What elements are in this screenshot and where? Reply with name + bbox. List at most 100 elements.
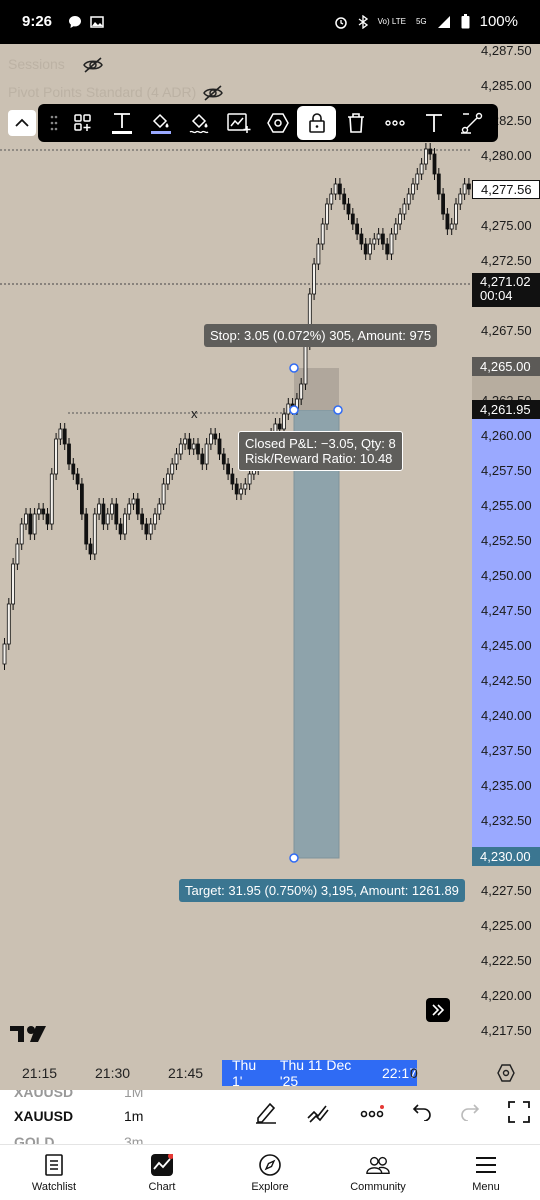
candle-body: [37, 508, 41, 515]
nav-label: Menu: [472, 1180, 500, 1193]
signal-icon: [437, 15, 450, 28]
drawings-icon[interactable]: [306, 1100, 332, 1124]
community-icon: [366, 1156, 390, 1174]
price-tick: 4,217.50: [481, 1023, 532, 1038]
candle-body: [329, 193, 334, 205]
timeframe-prev[interactable]: 1M: [124, 1090, 143, 1100]
stop-price-badge: 4,265.00: [472, 357, 540, 376]
price-tick: 4,275.00: [481, 218, 532, 233]
candles-canvas: x: [0, 143, 472, 863]
lock-button[interactable]: [297, 106, 337, 140]
candle-body: [170, 463, 175, 475]
notification-icons: [68, 15, 104, 29]
nav-menu[interactable]: Menu: [432, 1145, 540, 1200]
closed-pnl: Closed P&L: −3.05, Qty: 8: [245, 436, 396, 451]
collapse-toolbar-button[interactable]: [8, 110, 36, 136]
nav-explore[interactable]: Explore: [216, 1145, 324, 1200]
nav-community[interactable]: Community: [324, 1145, 432, 1200]
add-shapes-button[interactable]: [63, 106, 102, 140]
drag-handle[interactable]: [44, 106, 63, 140]
selected-time-range: Thu 1' Thu 11 Dec '25 22:17: [222, 1057, 417, 1089]
fill-color-alt-button[interactable]: [180, 106, 219, 140]
time-axis[interactable]: 21:15 21:30 21:45 Thu 1' Thu 11 Dec '25 …: [0, 1056, 540, 1090]
undo-icon[interactable]: [412, 1103, 432, 1121]
candle-body: [372, 238, 377, 245]
settings-button[interactable]: [258, 106, 297, 140]
more-dots-icon: [384, 120, 405, 126]
candle-body: [148, 523, 153, 535]
candle-body: [110, 503, 114, 515]
delete-button[interactable]: [336, 106, 375, 140]
symbol-name[interactable]: XAUUSD: [14, 1108, 73, 1124]
battery-icon: [461, 14, 470, 29]
line-tool-button[interactable]: [453, 106, 492, 140]
stop-handle[interactable]: [289, 363, 299, 373]
chart-settings-button[interactable]: [497, 1064, 515, 1087]
add-indicator-button[interactable]: [219, 106, 258, 140]
candle-body: [312, 263, 317, 295]
settings-hex-icon: [497, 1064, 515, 1082]
battery-level: 100%: [479, 13, 518, 30]
candle-body: [92, 513, 97, 555]
target-tooltip: Target: 31.95 (0.750%) 3,195, Amount: 12…: [179, 879, 465, 902]
candle-body: [243, 483, 248, 490]
text-icon: [111, 113, 132, 134]
candle-body: [75, 473, 80, 485]
candle-body: [45, 513, 50, 525]
risk-reward: Risk/Reward Ratio: 10.48: [245, 451, 393, 466]
symbol-next[interactable]: GOLD: [14, 1134, 54, 1144]
target-zone[interactable]: [293, 409, 340, 859]
chevron-up-icon: [15, 118, 29, 127]
network-type: 5G: [415, 16, 427, 26]
nav-label: Watchlist: [31, 1180, 77, 1193]
nav-watchlist[interactable]: Watchlist: [0, 1145, 108, 1200]
candle-body: [157, 503, 162, 515]
pencil-icon[interactable]: [254, 1100, 278, 1124]
entry-handle-left[interactable]: [289, 405, 299, 415]
candle-body: [436, 173, 441, 195]
tradingview-logo: [10, 1024, 48, 1049]
price-tick: 4,260.00: [481, 428, 532, 443]
hamburger-icon: [476, 1156, 496, 1173]
candle-body: [363, 243, 368, 255]
price-tick: 4,225.00: [481, 918, 532, 933]
candle-body: [88, 543, 93, 555]
candle-body: [325, 203, 329, 225]
line-tool-icon: [461, 112, 483, 134]
price-axis[interactable]: 4,287.504,285.004,282.504,280.004,277.50…: [472, 43, 540, 1056]
candle-body: [385, 243, 390, 255]
symbol-prev[interactable]: XAUUSD: [14, 1090, 73, 1100]
candle-body: [234, 483, 239, 495]
countdown: 00:04: [480, 288, 513, 303]
text-tool-button[interactable]: [414, 106, 453, 140]
candle-body: [165, 473, 170, 485]
trash-icon: [347, 113, 364, 133]
more-button[interactable]: [375, 106, 414, 140]
timeframe-next[interactable]: 3m: [124, 1134, 143, 1144]
candle-body: [368, 243, 372, 255]
candle-body: [200, 453, 205, 465]
candle-body: [28, 513, 33, 535]
time-tick: 0: [410, 1065, 418, 1081]
nav-chart[interactable]: Chart: [108, 1145, 216, 1200]
scroll-to-realtime-button[interactable]: [426, 998, 450, 1022]
candle-body: [204, 443, 209, 465]
fullscreen-icon[interactable]: [508, 1101, 530, 1123]
redo-icon[interactable]: [460, 1103, 480, 1121]
time-sel-prefix: Thu 1': [232, 1057, 257, 1089]
target-handle[interactable]: [289, 853, 299, 863]
price-chart[interactable]: Sessions Pivot Points Standard (4 ADR) x…: [0, 44, 472, 1056]
candle-body: [118, 523, 123, 535]
candle-body: [286, 403, 291, 415]
more-dots-icon[interactable]: [360, 1105, 384, 1119]
fill-color-button[interactable]: [141, 106, 180, 140]
candle-body: [71, 463, 76, 475]
timeframe[interactable]: 1m: [124, 1108, 143, 1124]
entry-handle-right[interactable]: [333, 405, 343, 415]
entry-marker: x: [191, 406, 198, 421]
text-color-button[interactable]: [102, 106, 141, 140]
compass-icon: [259, 1153, 281, 1176]
candle-body: [19, 523, 24, 545]
candle-body: [419, 163, 424, 175]
chart-icon: [151, 1153, 173, 1176]
